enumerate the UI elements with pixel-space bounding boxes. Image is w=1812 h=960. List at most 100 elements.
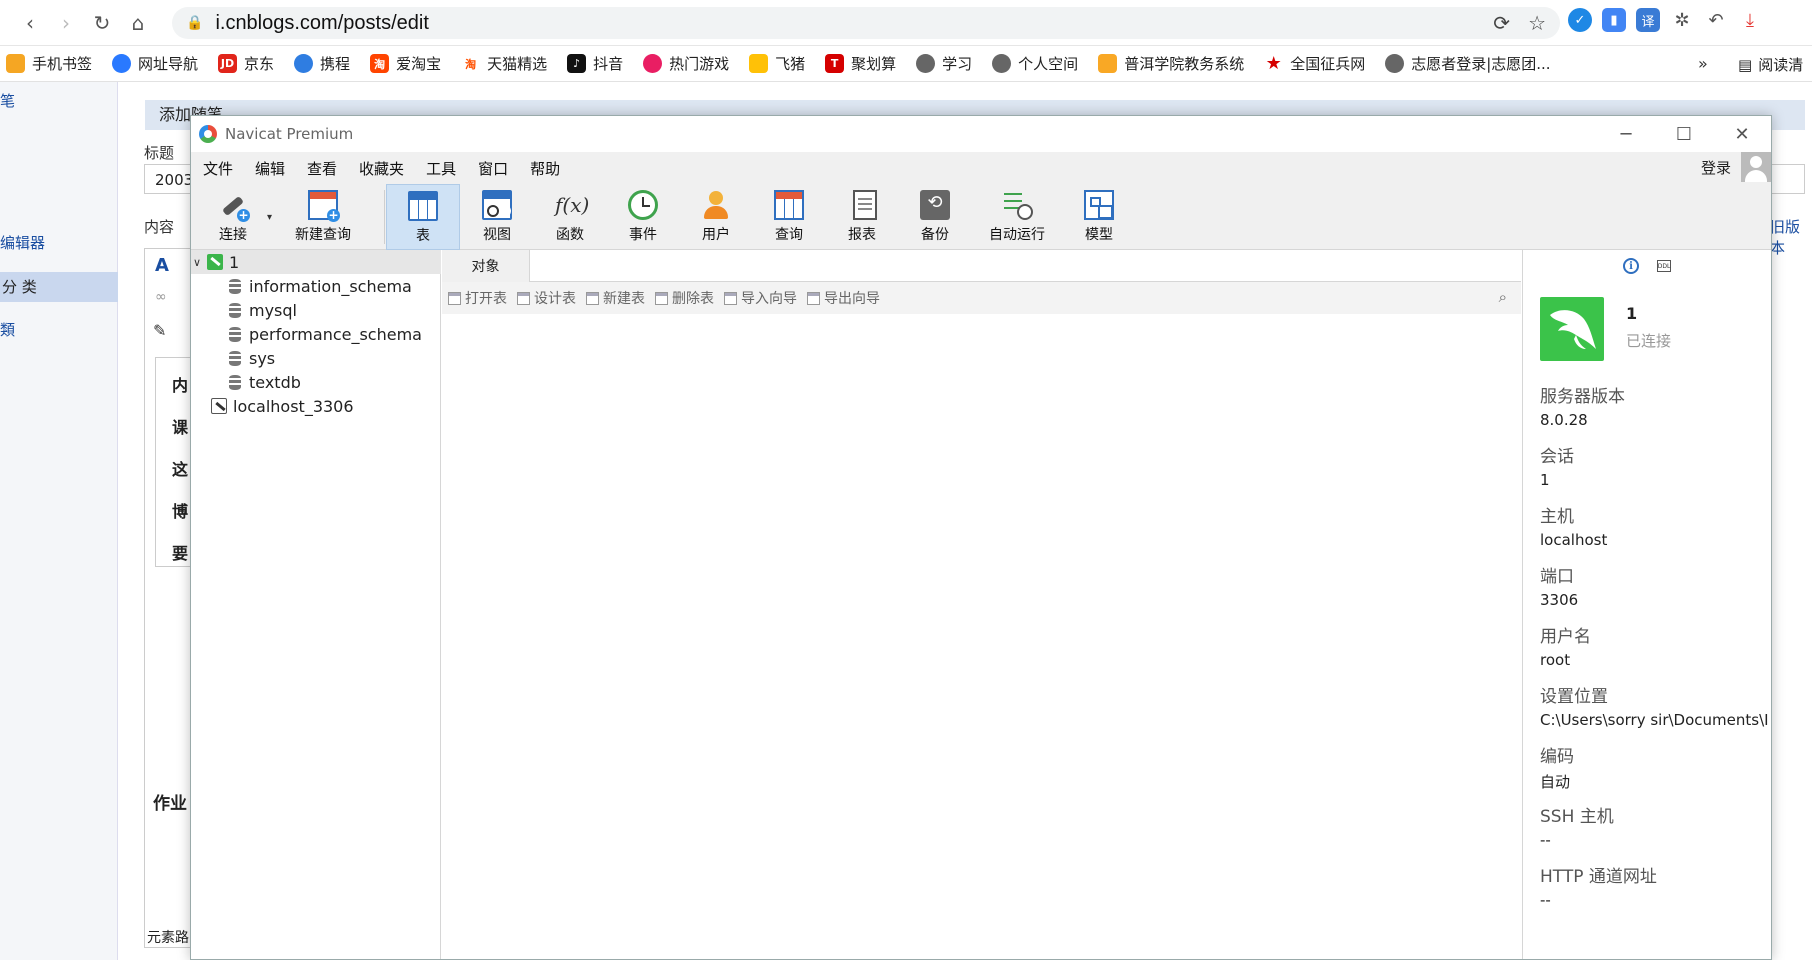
table-button[interactable]: 表 (386, 184, 460, 250)
old-version-link[interactable]: 旧版本 (1770, 216, 1812, 258)
star-icon[interactable]: ☆ (1528, 11, 1546, 35)
minimize-icon[interactable]: ─ (1597, 116, 1655, 152)
douyin-icon: ♪ (567, 54, 587, 73)
extension-blue-icon[interactable]: ▮ (1602, 8, 1626, 32)
query-button[interactable]: 查询 (755, 184, 823, 250)
extension-bird-icon[interactable]: ✓ (1568, 8, 1592, 32)
tree-database[interactable]: mysql (191, 298, 441, 322)
info-icon[interactable]: i (1623, 258, 1639, 274)
avatar[interactable] (1741, 152, 1771, 182)
login-button[interactable]: 登录 (1701, 157, 1731, 178)
menu-favorites[interactable]: 收藏夹 (353, 158, 420, 179)
alarm-clock-icon (628, 190, 658, 220)
event-button[interactable]: 事件 (609, 184, 677, 250)
autorun-button[interactable]: 自动运行 (974, 184, 1060, 250)
back-icon[interactable]: ‹ (12, 5, 48, 41)
menu-edit[interactable]: 编辑 (249, 158, 301, 179)
menu-tools[interactable]: 工具 (420, 158, 472, 179)
search-icon[interactable]: ⌕ (1499, 288, 1507, 306)
sidebar-item-category[interactable]: 分 类 (0, 272, 118, 302)
download-icon[interactable]: ⤓ (1738, 8, 1762, 32)
connect-button[interactable]: 连接 (205, 184, 261, 250)
tmall-icon: 淘 (461, 54, 481, 73)
menu-file[interactable]: 文件 (197, 158, 249, 179)
tree-database[interactable]: textdb (191, 370, 441, 394)
view-button[interactable]: 视图 (463, 184, 531, 250)
connect-dropdown-icon[interactable]: ▾ (267, 212, 272, 223)
menu-help[interactable]: 帮助 (524, 158, 576, 179)
bookmark-item[interactable]: ♪ 抖音 (567, 53, 623, 74)
ddl-icon[interactable]: DDL (1657, 260, 1671, 272)
blog-sidebar: 笔 编辑器 分 类 類 (0, 82, 118, 960)
table-cell: 内 (172, 376, 189, 395)
bookmark-item[interactable]: 携程 (294, 53, 350, 74)
url-text: i.cnblogs.com/posts/edit (215, 11, 429, 34)
info-panel: i DDL 1 已连接 服务器版本 8.0.28 会话 1 主机 localho… (1522, 250, 1771, 959)
bookmark-item[interactable]: 飞猪 (749, 53, 805, 74)
tree-connection-localhost[interactable]: localhost_3306 (191, 394, 441, 418)
delete-table-button[interactable]: 删除表 (655, 288, 714, 308)
tree-database[interactable]: performance_schema (191, 322, 441, 346)
function-button[interactable]: f(x) 函数 (536, 184, 604, 250)
report-icon (853, 190, 877, 220)
lock-icon: 🔒 (186, 15, 204, 31)
report-button[interactable]: 报表 (828, 184, 896, 250)
import-wizard-button[interactable]: 导入向导 (724, 288, 797, 308)
address-bar[interactable]: 🔒 i.cnblogs.com/posts/edit ⟳ ☆ (172, 7, 1560, 39)
menu-window[interactable]: 窗口 (472, 158, 524, 179)
tree-connection-1[interactable]: ∨ 1 (191, 250, 441, 274)
link-icon[interactable]: ∞ (155, 289, 167, 305)
globe-icon (992, 54, 1012, 73)
collapse-arrow-icon[interactable]: ∨ (193, 256, 207, 269)
sidebar-item[interactable]: 编辑器 (0, 232, 45, 253)
export-wizard-button[interactable]: 导出向导 (807, 288, 880, 308)
design-table-button[interactable]: 设计表 (517, 288, 576, 308)
bookmark-item[interactable]: 学习 (916, 53, 972, 74)
bookmark-item[interactable]: T 聚划算 (825, 53, 896, 74)
sidebar-item[interactable]: 笔 (0, 90, 15, 111)
bookmark-item[interactable]: 淘爱淘宝 (370, 53, 441, 74)
table-cell: 要 (172, 544, 189, 563)
menu-view[interactable]: 查看 (301, 158, 353, 179)
bookmark-item[interactable]: 手机书签 (6, 53, 92, 74)
prop-http-tunnel-url: HTTP 通道网址 -- (1540, 867, 1657, 909)
bookmark-item[interactable]: ★ 全国征兵网 (1264, 53, 1365, 74)
undo-icon[interactable]: ↶ (1704, 8, 1728, 32)
bookmarks-more-button[interactable]: » (1698, 54, 1708, 73)
plug-icon (218, 190, 250, 222)
bookmark-item[interactable]: 淘天猫精选 (461, 53, 547, 74)
reload-icon[interactable]: ↻ (84, 5, 120, 41)
user-button[interactable]: 用户 (682, 184, 750, 250)
refresh-page-icon[interactable]: ⟳ (1493, 11, 1510, 35)
bookmark-item[interactable]: 个人空间 (992, 53, 1078, 74)
puzzle-icon[interactable]: ✲ (1670, 8, 1694, 32)
bookmark-item[interactable]: 热门游戏 (643, 53, 729, 74)
sidebar-item[interactable]: 類 (0, 319, 15, 340)
backup-button[interactable]: 备份 (901, 184, 969, 250)
bookmark-item[interactable]: JD 京东 (218, 53, 274, 74)
maximize-icon[interactable]: ☐ (1655, 116, 1713, 152)
bookmark-item[interactable]: 志愿者登录|志愿团... (1385, 53, 1551, 74)
model-button[interactable]: 模型 (1065, 184, 1133, 250)
window-title: Navicat Premium (225, 125, 354, 143)
prop-sessions: 会话 1 (1540, 447, 1574, 489)
bookmark-item[interactable]: 普洱学院教务系统 (1098, 53, 1244, 74)
navicat-logo-icon (199, 125, 217, 143)
new-query-button[interactable]: 新建查询 (277, 184, 369, 250)
close-icon[interactable]: ✕ (1713, 116, 1771, 152)
database-icon (229, 326, 241, 342)
reading-mode-button[interactable]: ▤ 阅读清 (1738, 54, 1803, 75)
new-table-button[interactable]: 新建表 (586, 288, 645, 308)
translate-icon[interactable]: 译 (1636, 8, 1660, 32)
home-icon[interactable]: ⌂ (120, 5, 156, 41)
edit-icon[interactable]: ✎ (153, 321, 166, 340)
font-color-icon[interactable]: A (155, 255, 169, 276)
tree-database[interactable]: information_schema (191, 274, 441, 298)
forward-icon[interactable]: › (48, 5, 84, 41)
open-table-button[interactable]: 打开表 (448, 288, 507, 308)
tree-database[interactable]: sys (191, 346, 441, 370)
connection-name: 1 (1626, 304, 1638, 323)
bookmark-item[interactable]: 网址导航 (112, 53, 198, 74)
model-icon (1084, 190, 1114, 220)
tab-objects[interactable]: 对象 (442, 250, 530, 282)
